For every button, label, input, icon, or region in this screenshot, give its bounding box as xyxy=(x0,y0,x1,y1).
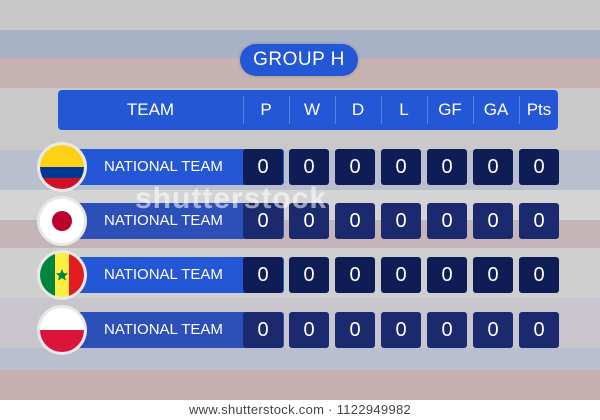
table-row: NATIONAL TEAM 0 0 0 0 0 0 0 xyxy=(40,253,560,297)
stat-lost: 0 xyxy=(381,203,421,239)
column-header-points: Pts xyxy=(526,100,552,119)
stat-won: 0 xyxy=(289,312,329,348)
stat-goals-for: 0 xyxy=(427,257,467,293)
stat-drawn: 0 xyxy=(335,149,375,185)
stat-goals-against: 0 xyxy=(473,257,513,293)
stat-played: 0 xyxy=(243,312,283,348)
stat-points: 0 xyxy=(519,203,559,239)
table-row: NATIONAL TEAM 0 0 0 0 0 0 0 xyxy=(40,308,560,352)
column-header-lost: L xyxy=(399,100,409,119)
stat-won: 0 xyxy=(289,257,329,293)
stat-goals-against: 0 xyxy=(473,203,513,239)
stat-played: 0 xyxy=(243,203,283,239)
column-header-team: TEAM xyxy=(126,100,175,119)
table-row: NATIONAL TEAM 0 0 0 0 0 0 0 xyxy=(40,145,560,189)
column-header-goals-for: GF xyxy=(438,100,462,119)
group-title: GROUP H xyxy=(240,44,358,76)
stat-drawn: 0 xyxy=(335,257,375,293)
column-header-played: P xyxy=(260,100,272,119)
colombia-flag-icon xyxy=(40,145,84,189)
stat-points: 0 xyxy=(519,257,559,293)
stat-points: 0 xyxy=(519,149,559,185)
table-header: TEAM P W D L GF GA Pts xyxy=(58,90,558,130)
stat-goals-against: 0 xyxy=(473,149,513,185)
stat-drawn: 0 xyxy=(335,203,375,239)
stat-played: 0 xyxy=(243,257,283,293)
stat-points: 0 xyxy=(519,312,559,348)
stat-goals-for: 0 xyxy=(427,203,467,239)
stat-goals-against: 0 xyxy=(473,312,513,348)
stat-lost: 0 xyxy=(381,257,421,293)
stat-lost: 0 xyxy=(381,312,421,348)
stat-lost: 0 xyxy=(381,149,421,185)
poland-flag-icon xyxy=(40,308,84,352)
stat-drawn: 0 xyxy=(335,312,375,348)
stat-won: 0 xyxy=(289,149,329,185)
stat-won: 0 xyxy=(289,203,329,239)
footer-credit: www.shutterstock.com · 1122949982 xyxy=(0,400,600,420)
senegal-flag-icon xyxy=(40,253,84,297)
stat-played: 0 xyxy=(243,149,283,185)
japan-flag-icon xyxy=(40,199,84,243)
column-header-goals-against: GA xyxy=(483,100,509,119)
stat-goals-for: 0 xyxy=(427,149,467,185)
stat-goals-for: 0 xyxy=(427,312,467,348)
column-header-drawn: D xyxy=(351,100,365,119)
column-header-won: W xyxy=(303,100,321,119)
table-row: NATIONAL TEAM 0 0 0 0 0 0 0 xyxy=(40,199,560,243)
